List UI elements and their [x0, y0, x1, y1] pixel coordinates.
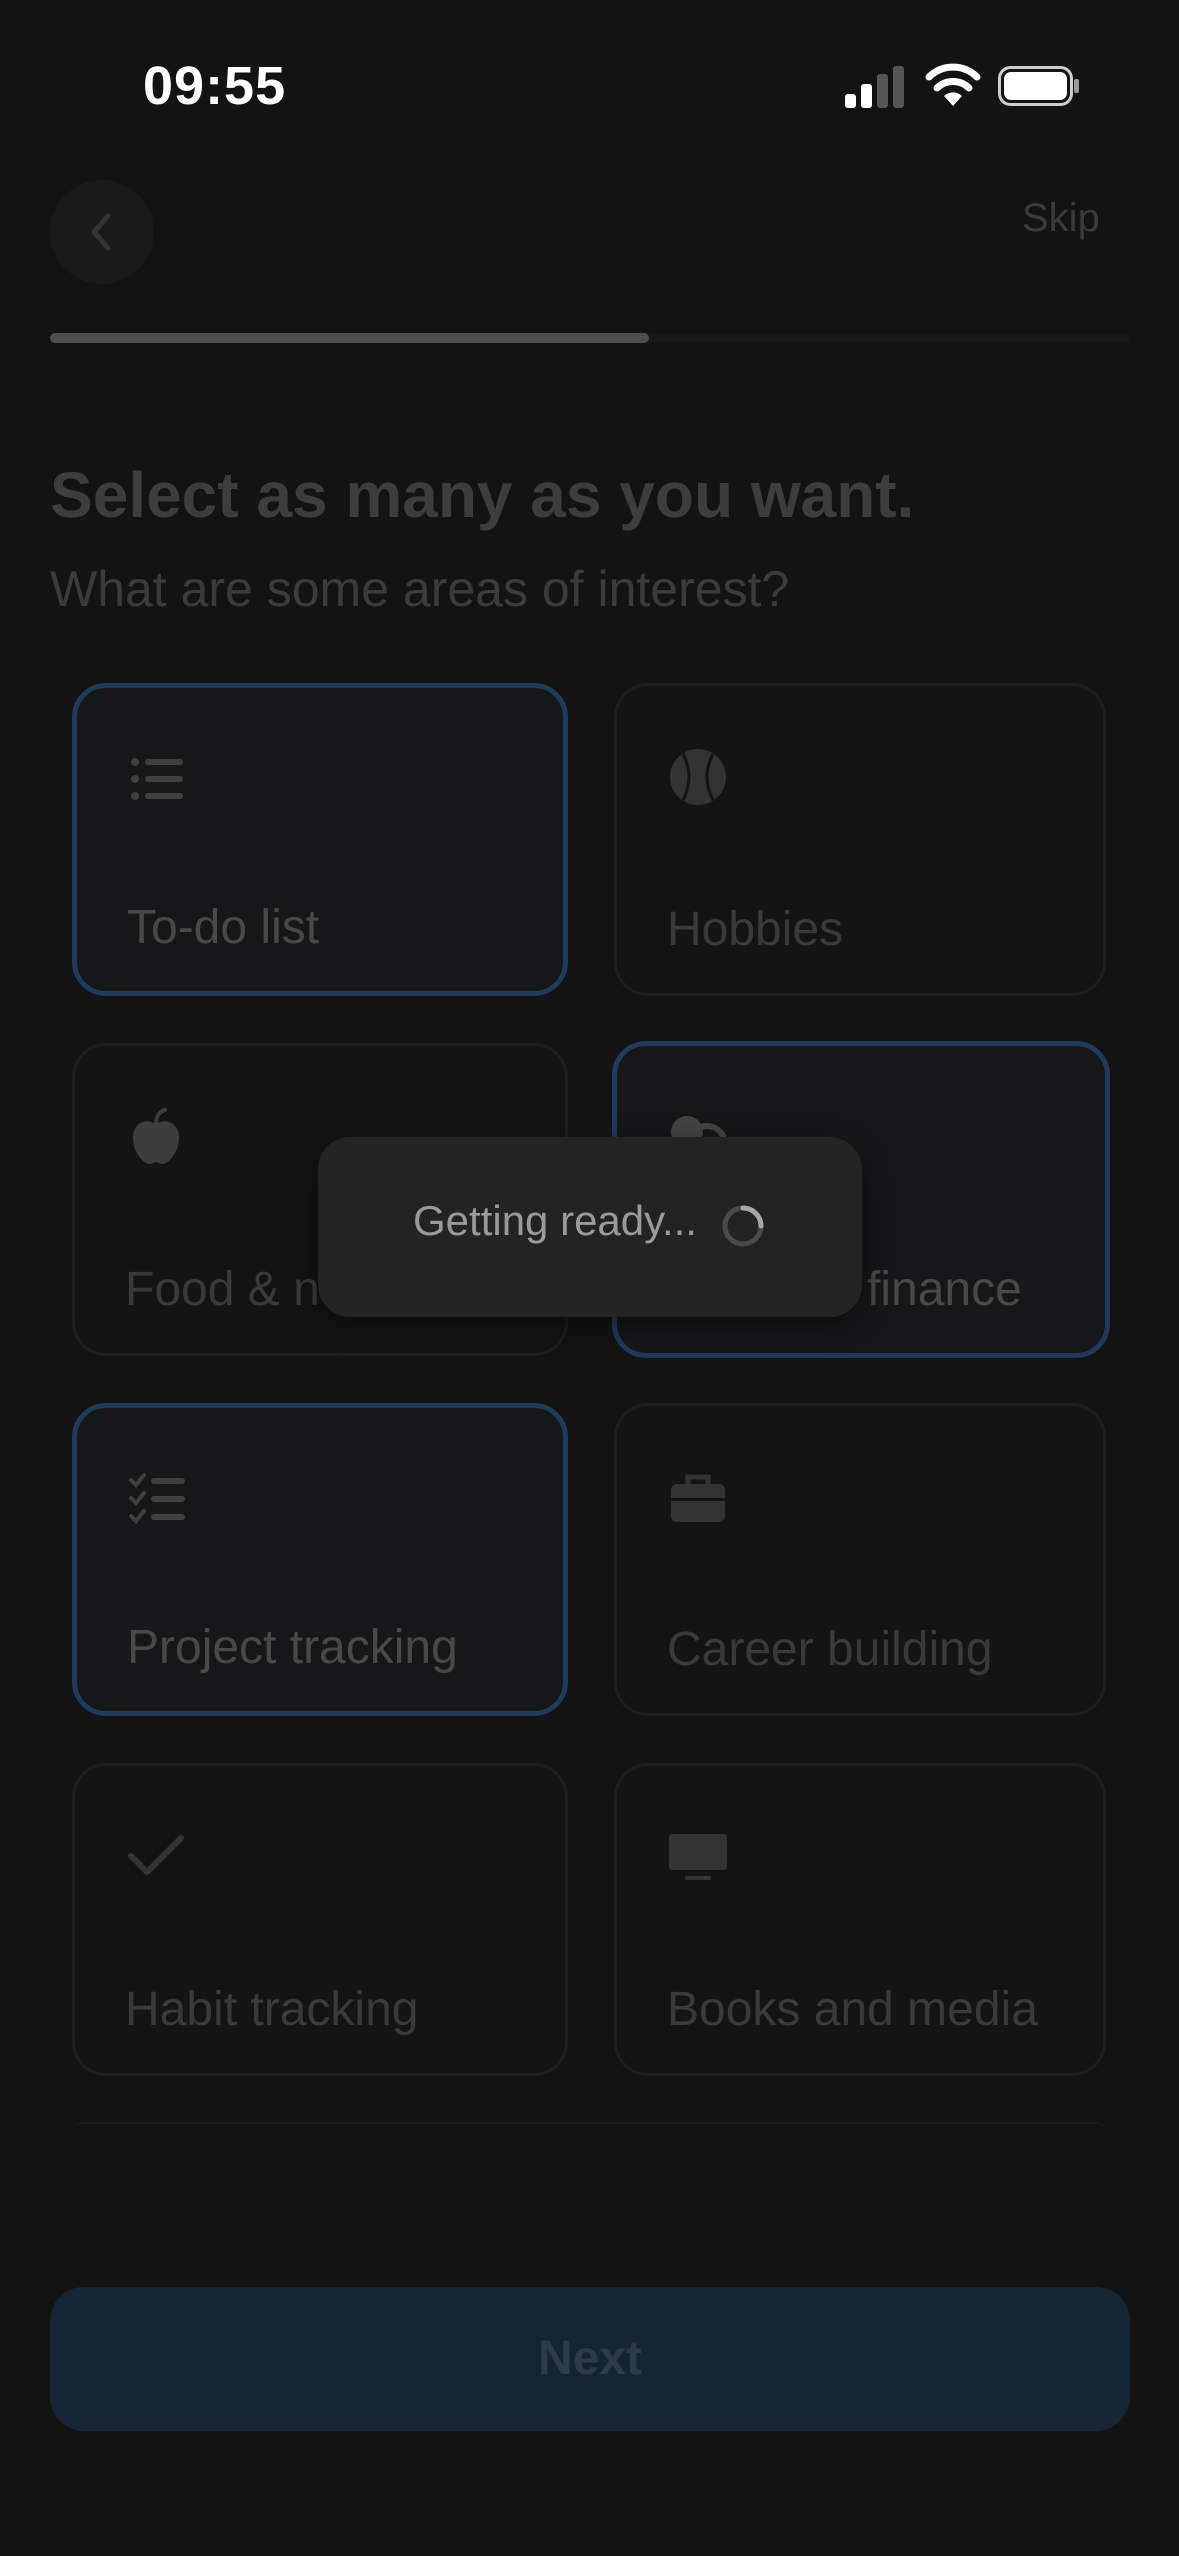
wifi-icon: [925, 63, 981, 106]
monitor-icon: [669, 1834, 727, 1880]
card-label: Food & n: [125, 1263, 320, 1316]
back-button[interactable]: [50, 180, 154, 284]
interest-card-hobbies[interactable]: Hobbies: [614, 683, 1106, 996]
cellular-signal-icon: [845, 66, 904, 108]
interest-card-todo[interactable]: To-do list: [72, 683, 568, 996]
card-label: Books and media: [667, 1983, 1038, 2036]
checkmark-icon: [128, 1835, 184, 1875]
more-cards-edge: [72, 2122, 1106, 2132]
next-button-label: Next: [537, 2332, 643, 2385]
card-label: Hobbies: [667, 903, 844, 956]
interest-card-project[interactable]: Project tracking: [72, 1403, 568, 1716]
next-button[interactable]: Next: [50, 2287, 1130, 2431]
loading-toast: Getting ready...: [318, 1137, 862, 1317]
baseball-icon: [670, 749, 726, 805]
card-label: To-do list: [127, 901, 320, 954]
page-subtitle: What are some areas of interest?: [50, 561, 790, 617]
progress-bar: [50, 333, 1130, 343]
interest-card-habit[interactable]: Habit tracking: [72, 1763, 568, 2076]
card-label: Career building: [667, 1623, 993, 1676]
skip-button[interactable]: Skip: [1022, 196, 1100, 241]
interest-card-books[interactable]: Books and media: [614, 1763, 1106, 2076]
battery-icon: [998, 66, 1079, 106]
apple-icon: [133, 1108, 179, 1164]
briefcase-icon: [671, 1474, 725, 1522]
spinner-icon: [722, 1205, 764, 1247]
interest-card-career[interactable]: Career building: [614, 1403, 1106, 1716]
progress-fill: [50, 333, 650, 343]
card-label: finance: [867, 1263, 1022, 1316]
list-icon: [131, 758, 183, 800]
status-time: 09:55: [143, 56, 287, 116]
toast-text: Getting ready...: [413, 1197, 698, 1244]
card-label: Habit tracking: [125, 1983, 419, 2036]
page-title: Select as many as you want.: [50, 459, 915, 531]
checklist-icon: [129, 1473, 185, 1524]
chevron-left-icon: [91, 213, 111, 251]
card-label: Project tracking: [127, 1621, 458, 1674]
